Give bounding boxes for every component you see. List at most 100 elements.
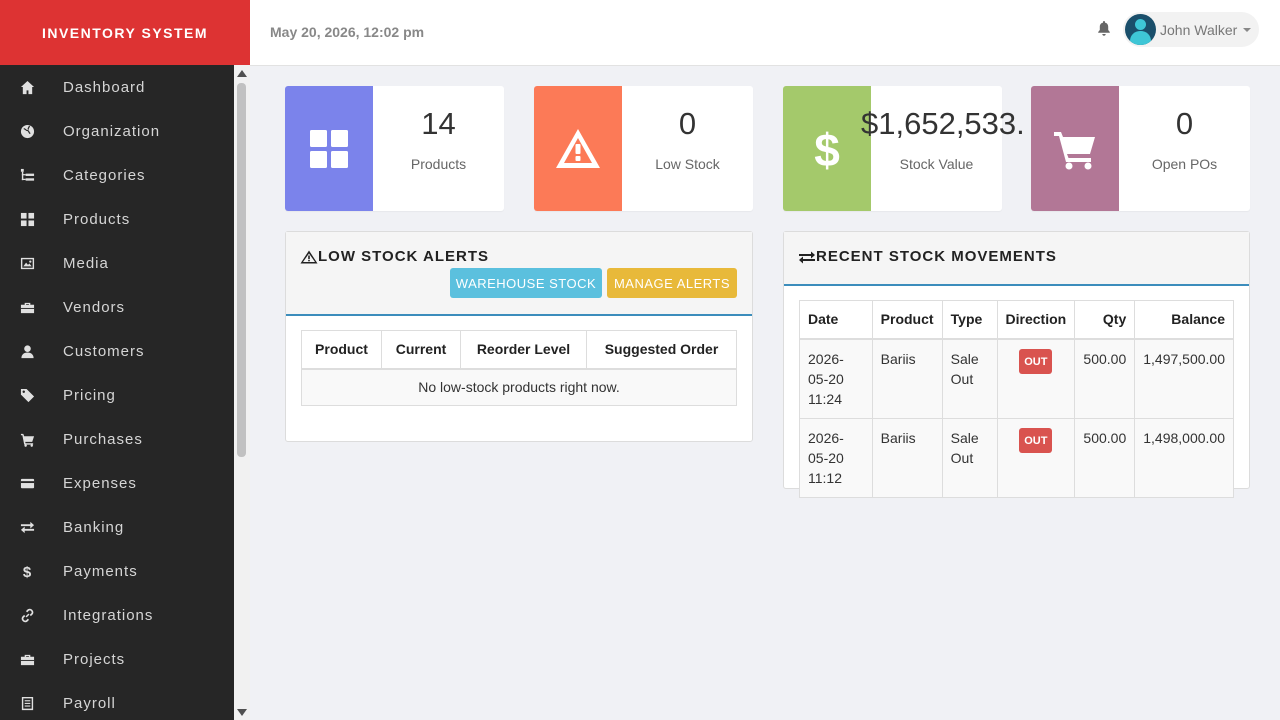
dollar-icon: $: [814, 126, 840, 172]
image-icon: [20, 256, 50, 271]
home-icon: [20, 80, 50, 95]
manage-alerts-button[interactable]: MANAGE ALERTS: [607, 268, 737, 298]
grid-icon: [310, 129, 348, 168]
sidebar-item-label: Banking: [63, 518, 125, 536]
briefcase-icon: [20, 300, 50, 315]
column-header: Reorder Level: [460, 330, 587, 370]
panel-header: LOW STOCK ALERTS WAREHOUSE STOCK MANAGE …: [286, 232, 752, 316]
cell-direction: OUT: [996, 338, 1076, 419]
warehouse-stock-button[interactable]: WAREHOUSE STOCK: [450, 268, 602, 298]
scrollbar-thumb[interactable]: [237, 83, 246, 457]
table-row: No low-stock products right now.: [301, 368, 737, 406]
cell-type: Sale Out: [941, 338, 998, 419]
notifications-bell-icon[interactable]: [1097, 21, 1111, 41]
warning-icon: [556, 128, 600, 168]
sidebar-item-label: Payroll: [63, 694, 116, 712]
cell-date: 2026-05-20 11:12: [799, 417, 873, 498]
current-datetime: May 20, 2026, 12:02 pm: [270, 24, 425, 40]
stat-card-low-stock[interactable]: 0 Low Stock: [534, 86, 753, 211]
column-header: Qty: [1074, 300, 1136, 340]
tree-icon: [20, 168, 50, 183]
empty-message: No low-stock products right now.: [301, 368, 737, 406]
sidebar-item-banking[interactable]: Banking: [0, 505, 234, 549]
sidebar-item-categories[interactable]: Categories: [0, 153, 234, 197]
stat-card-open-pos[interactable]: 0 Open POs: [1031, 86, 1250, 211]
stat-label: Products: [410, 156, 467, 172]
cell-type: Sale Out: [941, 417, 998, 498]
stat-icon-box: $: [783, 86, 871, 211]
sidebar-item-organization[interactable]: Organization: [0, 109, 234, 153]
stat-label: Low Stock: [655, 156, 720, 172]
panel-header: RECENT STOCK MOVEMENTS: [784, 232, 1249, 286]
warning-icon: [300, 250, 318, 263]
low-stock-table: Product Current Reorder Level Suggested …: [301, 330, 737, 406]
table-header-row: Product Current Reorder Level Suggested …: [301, 330, 737, 370]
cell-balance: 1,498,000.00: [1134, 417, 1234, 498]
sidebar-item-payments[interactable]: $ Payments: [0, 549, 234, 593]
sidebar-item-expenses[interactable]: Expenses: [0, 461, 234, 505]
column-header: Balance: [1134, 300, 1234, 340]
scroll-up-arrow-icon[interactable]: [237, 70, 247, 77]
sidebar-item-label: Categories: [63, 166, 146, 184]
stat-label: Stock Value: [899, 156, 974, 172]
sidebar-item-label: Vendors: [63, 298, 126, 316]
cart-icon: [20, 432, 50, 447]
direction-badge: OUT: [1019, 348, 1053, 374]
stat-icon-box: [534, 86, 622, 211]
stat-card-products[interactable]: 14 Products: [285, 86, 504, 211]
top-header: May 20, 2026, 12:02 pm John Walker: [250, 0, 1280, 66]
svg-text:$: $: [814, 126, 840, 172]
sidebar-item-dashboard[interactable]: Dashboard: [0, 65, 234, 109]
cart-icon: [1054, 131, 1095, 169]
panel-title: LOW STOCK ALERTS: [300, 248, 489, 265]
column-header: Product: [871, 300, 943, 340]
sidebar-item-customers[interactable]: Customers: [0, 329, 234, 373]
cell-product: Bariis: [871, 338, 943, 419]
chevron-down-icon: [1243, 27, 1252, 32]
sidebar-item-vendors[interactable]: Vendors: [0, 285, 234, 329]
stat-label: Open POs: [1151, 156, 1218, 172]
column-header: Suggested Order: [586, 330, 737, 370]
globe-icon: [20, 124, 50, 139]
user-menu-dropdown[interactable]: John Walker: [1123, 12, 1259, 47]
user-name: John Walker: [1160, 21, 1238, 38]
sidebar-item-label: Projects: [63, 650, 126, 668]
sidebar-nav: Dashboard Organization Categories Products M…: [0, 65, 234, 720]
sidebar-item-payroll[interactable]: Payroll: [0, 681, 234, 720]
sidebar-item-media[interactable]: Media: [0, 241, 234, 285]
sidebar-item-pricing[interactable]: Pricing: [0, 373, 234, 417]
stat-card-stock-value[interactable]: $ $1,652,533. Stock Value: [783, 86, 1025, 211]
column-header: Direction: [996, 300, 1076, 340]
sidebar: INVENTORY SYSTEM Dashboard Organization Ca…: [0, 0, 250, 720]
column-header: Product: [301, 330, 382, 370]
sidebar-item-label: Expenses: [63, 474, 137, 492]
stat-value: 14: [421, 106, 456, 141]
cell-product: Bariis: [871, 417, 943, 498]
column-header: Date: [799, 300, 873, 340]
user-icon: [20, 344, 50, 359]
link-icon: [20, 608, 50, 623]
table-row: 2026-05-20 11:12 Bariis Sale Out OUT 500…: [799, 417, 1234, 498]
sidebar-item-projects[interactable]: Projects: [0, 637, 234, 681]
dollar-icon: $: [20, 564, 50, 579]
sidebar-item-label: Organization: [63, 122, 161, 140]
sidebar-item-products[interactable]: Products: [0, 197, 234, 241]
sidebar-item-label: Payments: [63, 562, 138, 580]
card-icon: [20, 476, 50, 491]
movements-table: Date Product Type Direction Qty Balance …: [799, 300, 1234, 498]
stat-icon-box: [1031, 86, 1119, 211]
scroll-down-arrow-icon[interactable]: [237, 709, 247, 716]
low-stock-title: LOW STOCK ALERTS: [318, 248, 489, 265]
table-header-row: Date Product Type Direction Qty Balance: [799, 300, 1234, 340]
brand-title[interactable]: INVENTORY SYSTEM: [0, 0, 250, 65]
sidebar-item-purchases[interactable]: Purchases: [0, 417, 234, 461]
list-icon: [20, 696, 50, 711]
stat-value: 0: [1175, 106, 1194, 141]
table-row: 2026-05-20 11:24 Bariis Sale Out OUT 500…: [799, 338, 1234, 419]
sidebar-item-label: Customers: [63, 342, 145, 360]
cell-qty: 500.00: [1074, 338, 1136, 419]
sidebar-item-label: Products: [63, 210, 131, 228]
cell-qty: 500.00: [1074, 417, 1136, 498]
sidebar-item-integrations[interactable]: Integrations: [0, 593, 234, 637]
sidebar-scrollbar[interactable]: [234, 65, 250, 720]
